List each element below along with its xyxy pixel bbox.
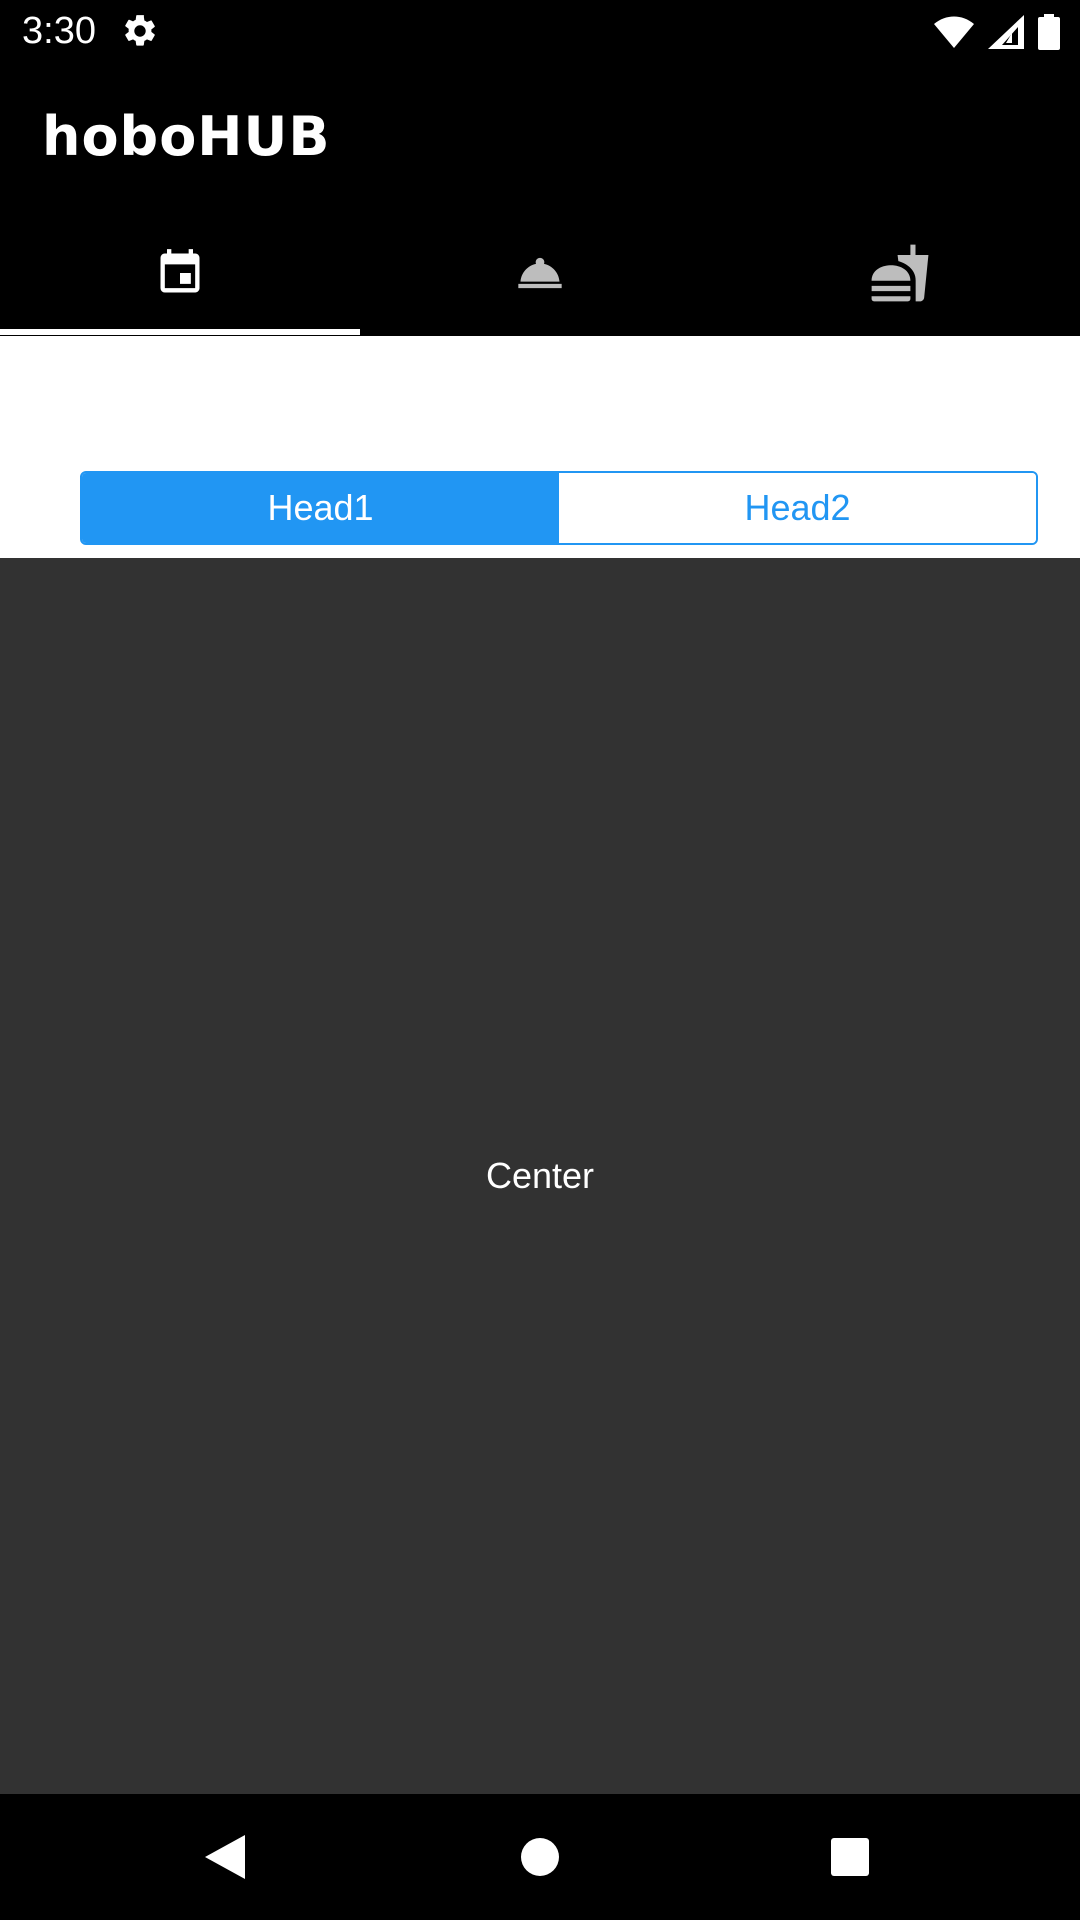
segment-area: Head1 Head2 bbox=[0, 336, 1080, 558]
wifi-icon bbox=[934, 16, 974, 48]
status-time: 3:30 bbox=[22, 10, 96, 52]
room-service-bell-icon bbox=[518, 257, 562, 289]
status-icons bbox=[934, 12, 1060, 52]
screen: 3:30 hoboHUB Head1 Head2 Center bbox=[0, 0, 1080, 1920]
fastfood-icon bbox=[871, 244, 929, 302]
back-icon bbox=[205, 1835, 245, 1879]
segment-head2[interactable]: Head2 bbox=[559, 473, 1036, 543]
app-bar: hoboHUB bbox=[0, 63, 1080, 335]
tab-fastfood[interactable] bbox=[720, 213, 1080, 333]
tab-bar bbox=[0, 213, 1080, 335]
tab-selected-indicator bbox=[0, 329, 360, 335]
cell-signal-icon bbox=[988, 15, 1024, 49]
tab-calendar[interactable] bbox=[0, 213, 360, 335]
recents-button[interactable] bbox=[815, 1822, 885, 1892]
home-icon bbox=[521, 1838, 559, 1876]
home-button[interactable] bbox=[505, 1822, 575, 1892]
center-label: Center bbox=[485, 1155, 595, 1196]
settings-gear-icon bbox=[125, 15, 155, 46]
battery-icon bbox=[1038, 14, 1060, 50]
segmented-control: Head1 Head2 bbox=[80, 471, 1038, 545]
calendar-icon bbox=[160, 249, 200, 293]
back-button[interactable] bbox=[190, 1822, 260, 1892]
tab-room-service[interactable] bbox=[360, 213, 720, 333]
app-title: hoboHUB bbox=[42, 105, 331, 168]
navigation-bar bbox=[0, 1794, 1080, 1920]
segment-head1[interactable]: Head1 bbox=[82, 473, 559, 543]
status-bar: 3:30 bbox=[0, 0, 1080, 63]
main-content: Center bbox=[0, 558, 1080, 1794]
recents-icon bbox=[831, 1838, 869, 1876]
